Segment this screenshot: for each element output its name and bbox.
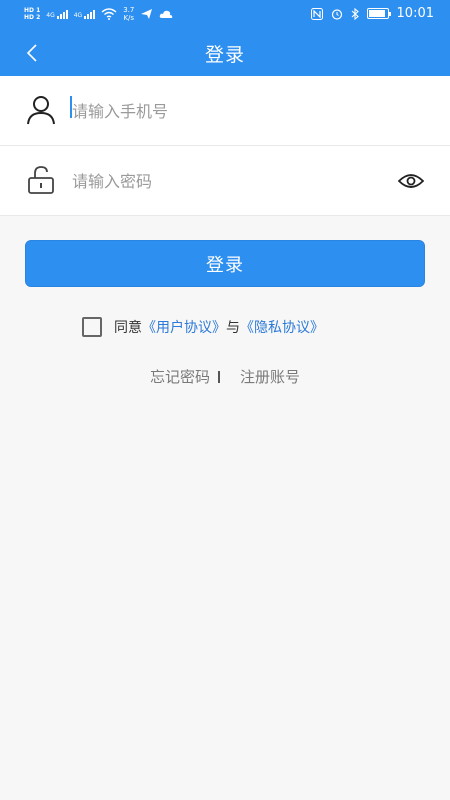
- privacy-agreement-link[interactable]: 《隐私协议》: [240, 317, 324, 337]
- app-header: HD 1 HD 2 4G 4G 3.7 K/s 10:01 登录: [0, 0, 450, 76]
- link-divider: [218, 370, 220, 383]
- status-bar: HD 1 HD 2 4G 4G 3.7 K/s 10:01: [0, 0, 450, 30]
- text-cursor: [70, 96, 72, 118]
- status-time: 10:01: [396, 6, 434, 21]
- speed-value: 3.7: [123, 6, 135, 14]
- status-left: HD 1 HD 2 4G 4G 3.7 K/s: [24, 6, 173, 22]
- register-link[interactable]: 注册账号: [240, 366, 300, 387]
- status-right: 10:01: [310, 6, 434, 21]
- bluetooth-icon: [351, 7, 359, 20]
- network-type-1: 4G: [46, 12, 55, 19]
- battery-icon: [366, 8, 391, 19]
- network-speed: 3.7 K/s: [123, 6, 134, 22]
- sim2-label: HD 2: [24, 14, 41, 21]
- bottom-links: 忘记密码 注册账号: [0, 366, 450, 387]
- forgot-password-link[interactable]: 忘记密码: [150, 366, 210, 387]
- user-agreement-link[interactable]: 《用户协议》: [142, 317, 226, 337]
- eye-icon[interactable]: [398, 170, 424, 192]
- password-row: [0, 146, 450, 216]
- agreement-row: 同意 《用户协议》 与 《隐私协议》: [82, 316, 324, 338]
- login-form: [0, 76, 450, 216]
- signal-icon-2: 4G: [73, 9, 96, 19]
- cloud-icon: [160, 10, 173, 18]
- login-button[interactable]: 登录: [25, 240, 425, 287]
- page-title: 登录: [204, 44, 245, 66]
- password-input[interactable]: [72, 164, 372, 198]
- lock-icon: [28, 166, 54, 194]
- sim-indicators: HD 1 HD 2: [24, 7, 40, 21]
- alarm-icon: [331, 8, 342, 20]
- nfc-icon: [310, 7, 323, 20]
- speed-unit: K/s: [123, 14, 135, 22]
- airplane-icon: [141, 9, 153, 19]
- user-icon: [27, 96, 55, 125]
- network-type-2: 4G: [73, 12, 83, 19]
- signal-icon: 4G: [46, 9, 68, 19]
- agreement-conjunction: 与: [226, 320, 240, 336]
- navigation-bar: 登录: [0, 30, 450, 76]
- phone-input[interactable]: [72, 94, 372, 128]
- sim1-label: HD 1: [24, 7, 41, 14]
- phone-row: [0, 76, 450, 146]
- agreement-checkbox[interactable]: [82, 317, 102, 337]
- wifi-icon: [101, 8, 117, 20]
- agree-label: 同意: [114, 320, 142, 336]
